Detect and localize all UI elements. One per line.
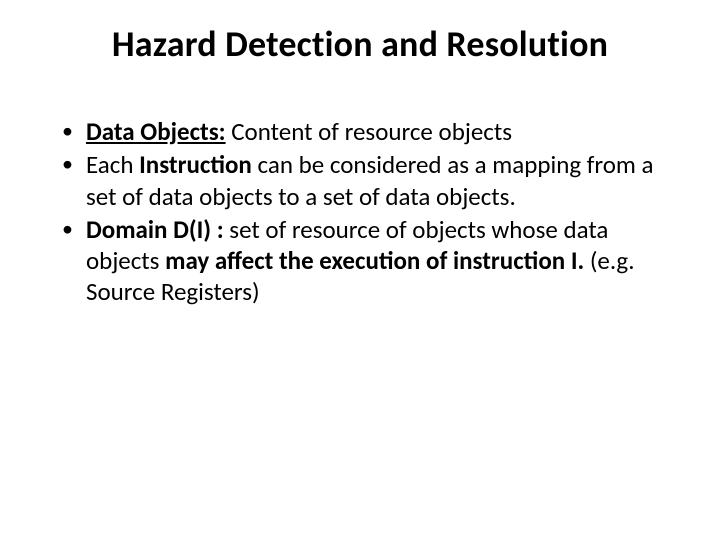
list-item: • Domain D(I) : set of resource of objec…: [62, 214, 670, 308]
list-item: • Data Objects: Content of resource obje…: [62, 116, 670, 147]
text-bold2: may affect the execution of instruction …: [165, 245, 590, 276]
bullet-text: Each Instruction can be considered as a …: [86, 149, 670, 212]
text-bold1: Domain D(I) :: [86, 214, 229, 245]
bullet-icon: •: [62, 214, 86, 245]
list-item: • Each Instruction can be considered as …: [62, 149, 670, 212]
bullet-text: Data Objects: Content of resource object…: [86, 116, 670, 147]
slide-title: Hazard Detection and Resolution: [50, 22, 670, 66]
text-pre: Each: [86, 149, 139, 180]
bullet-text: Domain D(I) : set of resource of objects…: [86, 214, 670, 308]
text-bold: Instruction: [139, 149, 252, 180]
bullet-icon: •: [62, 116, 86, 147]
term-desc: Content of resource objects: [226, 116, 512, 147]
bullet-list: • Data Objects: Content of resource obje…: [50, 116, 670, 308]
term-label: Data Objects:: [86, 116, 226, 147]
bullet-icon: •: [62, 149, 86, 180]
